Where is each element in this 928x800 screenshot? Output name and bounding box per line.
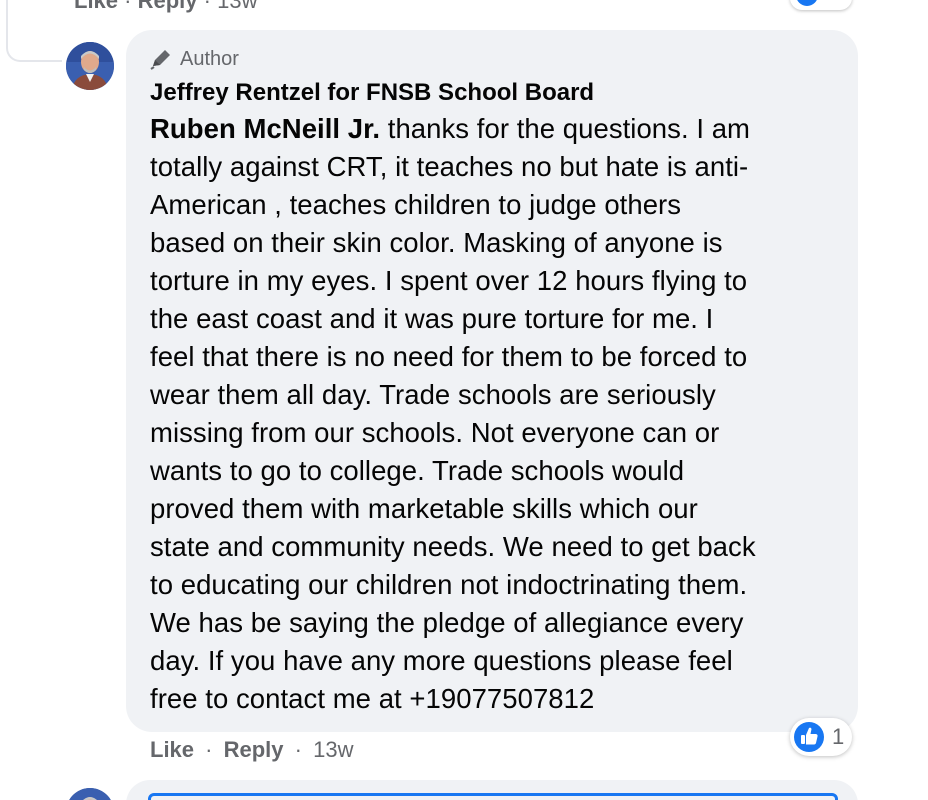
reaction-summary[interactable]: 1 bbox=[790, 718, 852, 756]
reaction-count: 1 bbox=[832, 724, 845, 749]
avatar-image bbox=[66, 42, 114, 90]
previous-reaction-icon bbox=[796, 0, 818, 6]
comment-line: thanks for the questions. I am bbox=[380, 113, 751, 144]
comment-line: the east coast and it was pure torture f… bbox=[150, 303, 714, 334]
previous-comment-actions: Like · Reply · 13w bbox=[74, 0, 257, 14]
actions-separator: · bbox=[205, 737, 213, 762]
comment-line: state and community needs. We need to ge… bbox=[150, 531, 756, 562]
reply-link[interactable]: Reply bbox=[224, 737, 284, 762]
comment-line: torture in my eyes. I spent over 12 hour… bbox=[150, 265, 748, 296]
actions-separator-2: · bbox=[294, 737, 302, 762]
comment-bubble: Author Jeffrey Rentzel for FNSB School B… bbox=[126, 30, 858, 732]
comment-line: American , teaches children to judge oth… bbox=[150, 189, 682, 220]
previous-separator: · bbox=[124, 0, 132, 13]
avatar[interactable] bbox=[66, 42, 114, 90]
composer-avatar bbox=[66, 788, 114, 800]
previous-timestamp[interactable]: 13w bbox=[217, 0, 257, 13]
previous-like-link[interactable]: Like bbox=[74, 0, 118, 13]
comment-line: day. If you have any more questions plea… bbox=[150, 645, 733, 676]
mention-link[interactable]: Ruben McNeill Jr. bbox=[150, 113, 380, 144]
comment-line: free to contact me at +19077507812 bbox=[150, 683, 595, 714]
comment-line: We has be saying the pledge of allegianc… bbox=[150, 607, 744, 638]
previous-separator-2: · bbox=[203, 0, 211, 13]
comment-timestamp[interactable]: 13w bbox=[313, 737, 353, 762]
comment-text: Ruben McNeill Jr. thanks for the questio… bbox=[150, 110, 840, 718]
previous-reaction-pill[interactable] bbox=[790, 0, 852, 10]
thread-connector-line bbox=[6, 0, 62, 62]
author-badge: Author bbox=[150, 44, 834, 74]
comment-line: based on their skin color. Masking of an… bbox=[150, 227, 723, 258]
reply-input[interactable] bbox=[126, 780, 858, 800]
reply-input-focus-ring bbox=[148, 793, 838, 800]
comment-actions: Like · Reply · 13w bbox=[150, 737, 353, 763]
author-badge-label: Author bbox=[180, 47, 239, 70]
previous-reply-link[interactable]: Reply bbox=[138, 0, 198, 13]
composer-avatar-image bbox=[66, 788, 114, 800]
comment-line: missing from our schools. Not everyone c… bbox=[150, 417, 720, 448]
comment-line: wants to go to college. Trade schools wo… bbox=[150, 455, 685, 486]
comment-line: wear them all day. Trade schools are ser… bbox=[150, 379, 716, 410]
comment-line: feel that there is no need for them to b… bbox=[150, 341, 748, 372]
pencil-icon bbox=[150, 50, 170, 70]
comment-line: proved them with marketable skills which… bbox=[150, 493, 698, 524]
like-link[interactable]: Like bbox=[150, 737, 194, 762]
thumbs-up-icon bbox=[794, 722, 824, 752]
comment-line: totally against CRT, it teaches no but h… bbox=[150, 151, 749, 182]
author-name[interactable]: Jeffrey Rentzel for FNSB School Board bbox=[150, 76, 834, 110]
comment-line: to educating our children not indoctrina… bbox=[150, 569, 748, 600]
